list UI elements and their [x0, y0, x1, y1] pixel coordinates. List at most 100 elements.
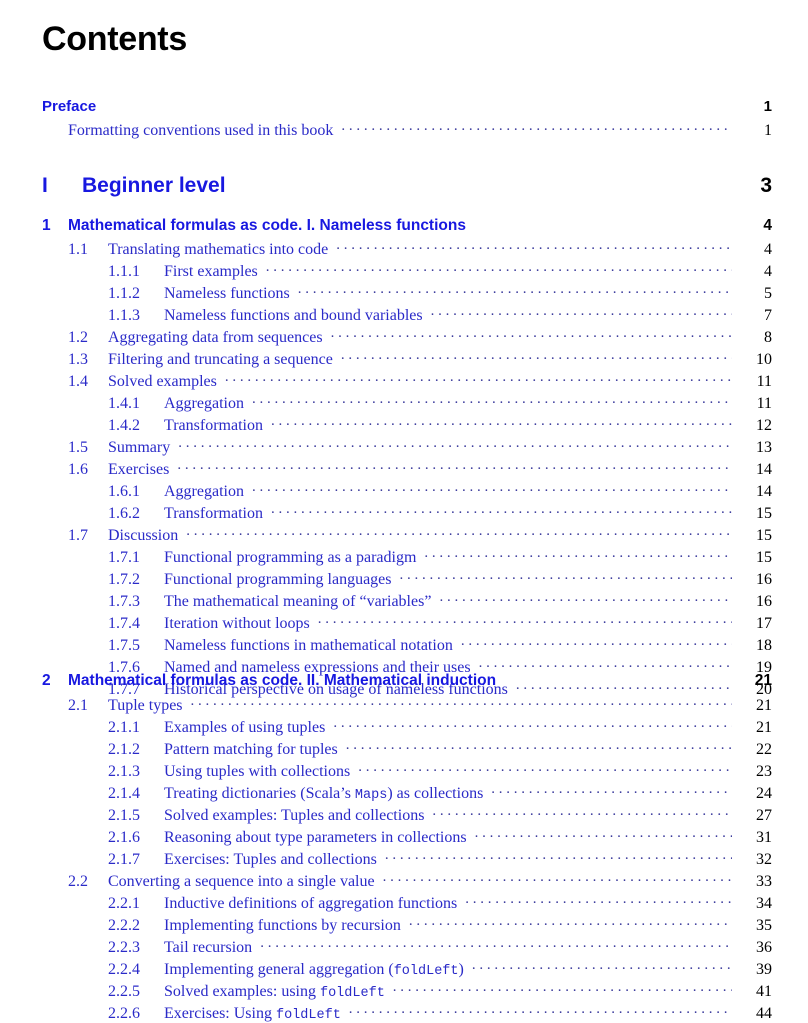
- dot-leader: [341, 119, 732, 135]
- toc-entry-page-number: 21: [754, 671, 772, 689]
- page-title: Contents: [42, 20, 187, 58]
- toc-entry-title: The mathematical meaning of “variables”: [164, 593, 432, 610]
- toc-entry-2-2-3[interactable]: 2.2.3 Tail recursion 36: [108, 936, 772, 956]
- toc-entry-title: Beginner level: [82, 174, 226, 197]
- toc-entry-number: 2.2.4: [108, 961, 140, 978]
- toc-entry-1-1-2[interactable]: 1.1.2 Nameless functions 5: [108, 282, 772, 302]
- toc-entry-page-number: 22: [756, 741, 772, 758]
- toc-entry-2-1-2[interactable]: 2.1.2 Pattern matching for tuples 22: [108, 738, 772, 758]
- toc-entry-number: 2.2: [68, 873, 88, 890]
- dot-leader: [431, 304, 732, 320]
- toc-entry-title: Solved examples: Tuples and collections: [164, 807, 425, 824]
- toc-entry-1-6-2[interactable]: 1.6.2 Transformation 15: [108, 502, 772, 522]
- toc-entry-1-7-4[interactable]: 1.7.4 Iteration without loops 17: [108, 612, 772, 632]
- toc-entry-page-number: 4: [764, 263, 772, 280]
- toc-entry-1-7-2[interactable]: 1.7.2 Functional programming languages 16: [108, 568, 772, 588]
- toc-entry-1-7-5[interactable]: 1.7.5 Nameless functions in mathematical …: [108, 634, 772, 654]
- dot-leader: [358, 760, 732, 776]
- toc-entry-number: 1.7.5: [108, 637, 140, 654]
- toc-entry-1-7-1[interactable]: 1.7.1 Functional programming as a paradig…: [108, 546, 772, 566]
- toc-entry-title: Reasoning about type parameters in colle…: [164, 829, 467, 846]
- toc-entry-1-4-1[interactable]: 1.4.1 Aggregation 11: [108, 392, 772, 412]
- toc-entry-1[interactable]: 1 Mathematical formulas as code. I. Namel…: [42, 214, 772, 234]
- toc-entry-formatting[interactable]: Formatting conventions used in this book…: [68, 119, 772, 139]
- toc-entry-number: 2.2.3: [108, 939, 140, 956]
- toc-entry-page-number: 35: [756, 917, 772, 934]
- toc-entry-1-4-2[interactable]: 1.4.2 Transformation 12: [108, 414, 772, 434]
- toc-entry-title: Using tuples with collections: [164, 763, 351, 780]
- toc-entry-2[interactable]: 2 Mathematical formulas as code. II. Math…: [42, 669, 772, 689]
- toc-entry-title: Pattern matching for tuples: [164, 741, 338, 758]
- code-fragment: foldLeft: [393, 964, 459, 979]
- toc-entry-title: Converting a sequence into a single valu…: [108, 873, 375, 890]
- toc-entry-page-number: 12: [756, 417, 772, 434]
- toc-entry-2-1[interactable]: 2.1 Tuple types 21: [68, 694, 772, 714]
- toc-entry-page-number: 11: [756, 373, 772, 390]
- toc-entry-page-number: 21: [756, 719, 772, 736]
- toc-entry-page-number: 1: [764, 122, 772, 139]
- toc-entry-1-7[interactable]: 1.7 Discussion 15: [68, 524, 772, 544]
- toc-entry-number: 1.1.1: [108, 263, 140, 280]
- toc-entry-2-2-1[interactable]: 2.2.1 Inductive definitions of aggregatio…: [108, 892, 772, 912]
- dot-leader: [225, 370, 732, 386]
- toc-entry-number: 1.1: [68, 241, 88, 258]
- toc-entry-2-1-7[interactable]: 2.1.7 Exercises: Tuples and collections 32: [108, 848, 772, 868]
- toc-entry-2-2-5[interactable]: 2.2.5 Solved examples: using foldLeft 41: [108, 980, 772, 1001]
- toc-entry-number: I: [42, 174, 48, 197]
- toc-entry-2-2-4[interactable]: 2.2.4 Implementing general aggregation (f…: [108, 958, 772, 979]
- toc-entry-2-1-6[interactable]: 2.1.6 Reasoning about type parameters in …: [108, 826, 772, 846]
- toc-entry-number: 1.2: [68, 329, 88, 346]
- dot-leader: [383, 870, 732, 886]
- toc-entry-title: Nameless functions in mathematical notat…: [164, 637, 453, 654]
- toc-entry-2-1-4[interactable]: 2.1.4 Treating dictionaries (Scala’s Maps…: [108, 782, 772, 803]
- toc-entry-title: Transformation: [164, 505, 263, 522]
- toc-entry-page-number: 36: [756, 939, 772, 956]
- toc-entry-1-1-1[interactable]: 1.1.1 First examples 4: [108, 260, 772, 280]
- toc-entry-page-number: 14: [756, 461, 772, 478]
- toc-entry-page-number: 8: [764, 329, 772, 346]
- toc-entry-page-number: 33: [756, 873, 772, 890]
- toc-entry-2-2-6[interactable]: 2.2.6 Exercises: Using foldLeft 44: [108, 1002, 772, 1023]
- toc-entry-1-5[interactable]: 1.5 Summary 13: [68, 436, 772, 456]
- toc-entry-number: 1.3: [68, 351, 88, 368]
- toc-entry-1-6[interactable]: 1.6 Exercises 14: [68, 458, 772, 478]
- toc-entry-1-2[interactable]: 1.2 Aggregating data from sequences 8: [68, 326, 772, 346]
- toc-entry-title: Aggregation: [164, 483, 244, 500]
- toc-entry-number: 2.2.6: [108, 1005, 140, 1022]
- toc-entry-title: Aggregation: [164, 395, 244, 412]
- toc-entry-1-6-1[interactable]: 1.6.1 Aggregation 14: [108, 480, 772, 500]
- toc-entry-number: 2.1.6: [108, 829, 140, 846]
- toc-entry-title: Solved examples: using foldLeft: [164, 983, 391, 1001]
- toc-entry-1-4[interactable]: 1.4 Solved examples 11: [68, 370, 772, 390]
- toc-entry-page-number: 4: [763, 216, 772, 234]
- dot-leader: [331, 326, 732, 342]
- toc-entry-preface[interactable]: Preface 1: [42, 96, 772, 116]
- toc-entry-number: 2.1.1: [108, 719, 140, 736]
- dot-leader: [252, 480, 732, 496]
- toc-entry-1-1[interactable]: 1.1 Translating mathematics into code 4: [68, 238, 772, 258]
- toc-entry-1-3[interactable]: 1.3 Filtering and truncating a sequence 10: [68, 348, 772, 368]
- toc-entry-page-number: 15: [756, 505, 772, 522]
- toc-entry-page-number: 15: [756, 549, 772, 566]
- toc-entry-2-1-5[interactable]: 2.1.5 Solved examples: Tuples and collect…: [108, 804, 772, 824]
- toc-entry-page-number: 13: [756, 439, 772, 456]
- toc-entry-number: 2.1.2: [108, 741, 140, 758]
- toc-entry-2-2[interactable]: 2.2 Converting a sequence into a single v…: [68, 870, 772, 890]
- toc-entry-2-2-2[interactable]: 2.2.2 Implementing functions by recursion…: [108, 914, 772, 934]
- toc-entry-title: Implementing functions by recursion: [164, 917, 401, 934]
- toc-entry-2-1-3[interactable]: 2.1.3 Using tuples with collections 23: [108, 760, 772, 780]
- toc-entry-title: Treating dictionaries (Scala’s Maps) as …: [164, 785, 489, 803]
- dot-leader: [298, 282, 732, 298]
- dot-leader: [252, 392, 732, 408]
- toc-entry-number: 2.2.5: [108, 983, 140, 1000]
- toc-entry-1-1-3[interactable]: 1.1.3 Nameless functions and bound variab…: [108, 304, 772, 324]
- toc-entry-I[interactable]: I Beginner level 3: [42, 171, 772, 197]
- toc-entry-number: 1.6: [68, 461, 88, 478]
- dot-leader: [432, 804, 732, 820]
- toc-entry-2-1-1[interactable]: 2.1.1 Examples of using tuples 21: [108, 716, 772, 736]
- toc-entry-title: Summary: [108, 439, 171, 456]
- toc-entry-number: 2.1.5: [108, 807, 140, 824]
- toc-entry-1-7-3[interactable]: 1.7.3 The mathematical meaning of “variab…: [108, 590, 772, 610]
- toc-entry-title: Inductive definitions of aggregation fun…: [164, 895, 458, 912]
- toc-entry-title: Exercises: [108, 461, 170, 478]
